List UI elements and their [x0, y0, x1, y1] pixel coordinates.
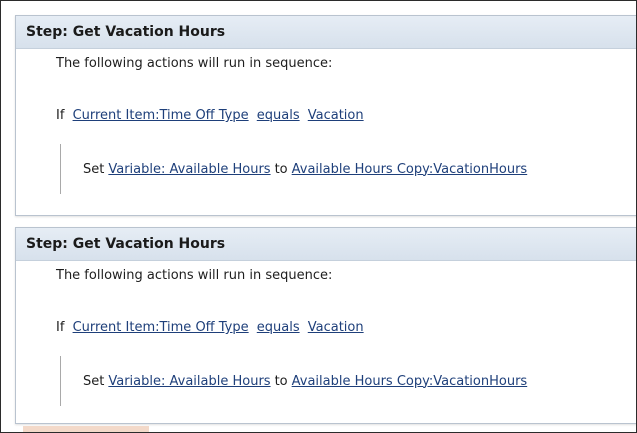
- action-source-lookup-link[interactable]: Available Hours Copy:VacationHours: [292, 374, 528, 389]
- condition-field-link[interactable]: Current Item:Time Off Type: [73, 320, 249, 335]
- condition-keyword-if: If: [56, 108, 65, 123]
- step-2-title[interactable]: Step: Get Vacation Hours: [16, 228, 636, 261]
- condition-keyword-if: If: [56, 320, 65, 335]
- action-target-variable-link[interactable]: Variable: Available Hours: [108, 374, 270, 389]
- condition-operator-link[interactable]: equals: [257, 108, 300, 123]
- condition-value-link[interactable]: Vacation: [308, 108, 364, 123]
- step-1-action: Set Variable: Available Hours to Availab…: [60, 144, 527, 194]
- condition-value-link[interactable]: Vacation: [308, 320, 364, 335]
- step-1-sequence-text: The following actions will run in sequen…: [56, 56, 333, 71]
- step-2-action: Set Variable: Available Hours to Availab…: [60, 356, 527, 406]
- action-connector-to: to: [274, 161, 288, 177]
- workflow-step-1: Step: Get Vacation Hours The following a…: [15, 15, 636, 216]
- next-step-edge: [23, 426, 149, 432]
- step-1-condition: If Current Item:Time Off Type equals Vac…: [56, 108, 364, 123]
- step-1-body: The following actions will run in sequen…: [16, 49, 636, 215]
- workflow-designer-canvas: Step: Get Vacation Hours The following a…: [0, 0, 637, 433]
- action-target-variable-link[interactable]: Variable: Available Hours: [108, 162, 270, 177]
- condition-operator-link[interactable]: equals: [257, 320, 300, 335]
- workflow-step-2: Step: Get Vacation Hours The following a…: [15, 227, 636, 424]
- action-source-lookup-link[interactable]: Available Hours Copy:VacationHours: [292, 162, 528, 177]
- step-2-sequence-text: The following actions will run in sequen…: [56, 268, 333, 283]
- step-1-title[interactable]: Step: Get Vacation Hours: [16, 16, 636, 49]
- action-keyword-set: Set: [83, 161, 105, 177]
- condition-field-link[interactable]: Current Item:Time Off Type: [73, 108, 249, 123]
- step-2-body: The following actions will run in sequen…: [16, 261, 636, 423]
- action-connector-to: to: [274, 373, 288, 389]
- action-keyword-set: Set: [83, 373, 105, 389]
- step-2-condition: If Current Item:Time Off Type equals Vac…: [56, 320, 364, 335]
